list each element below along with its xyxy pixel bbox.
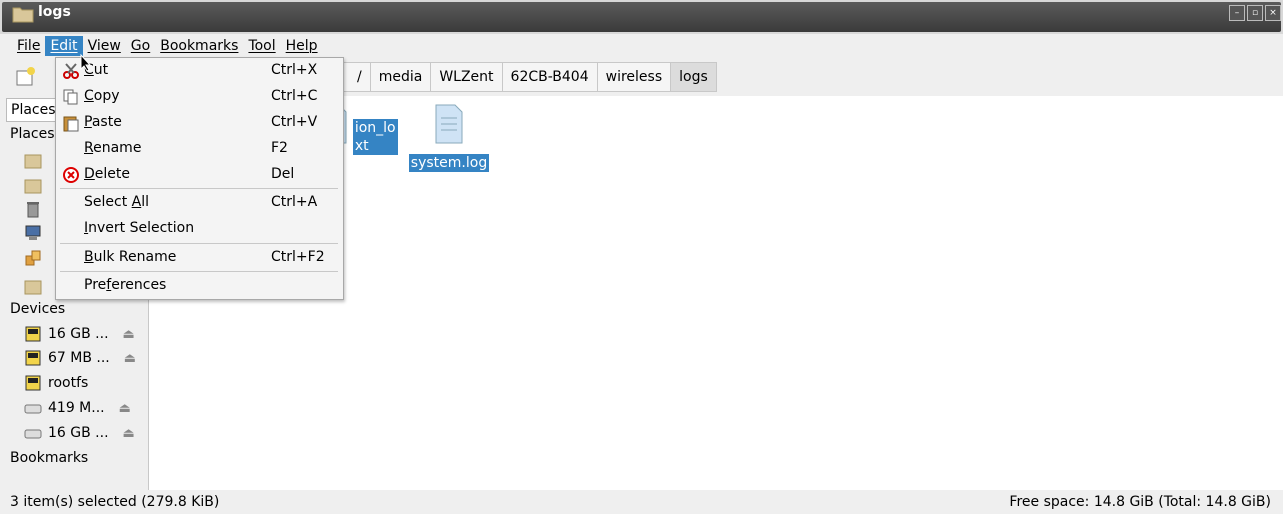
- scissors-icon: [63, 63, 79, 79]
- hard-drive-icon: [24, 404, 42, 414]
- mouse-cursor-icon: [80, 54, 92, 72]
- delete-icon: [63, 167, 79, 183]
- label-mnemonic: B: [84, 249, 94, 265]
- title-bar[interactable]: logs – ▫ ×: [0, 0, 1283, 34]
- device-rootfs[interactable]: rootfs: [24, 372, 88, 394]
- trash-icon[interactable]: [24, 200, 42, 218]
- menu-view[interactable]: View: [83, 36, 126, 56]
- menu-item-invert-selection[interactable]: Invert Selection: [56, 216, 343, 242]
- label-post: nvert Selection: [88, 220, 195, 236]
- device-label: 67 MB ...: [48, 350, 110, 366]
- paste-icon: [63, 116, 79, 132]
- menu-bookmarks[interactable]: Bookmarks: [155, 36, 243, 56]
- menu-separator: [60, 271, 338, 272]
- crumb-wireless[interactable]: wireless: [596, 62, 672, 92]
- menu-file[interactable]: File: [12, 36, 45, 56]
- label-post: erences: [111, 277, 167, 293]
- maximize-button[interactable]: ▫: [1247, 5, 1263, 21]
- close-button[interactable]: ×: [1265, 5, 1281, 21]
- crumb-wlzent[interactable]: WLZent: [430, 62, 503, 92]
- menu-tool[interactable]: Tool: [243, 36, 280, 56]
- shortcut-label: Ctrl+A: [271, 194, 318, 210]
- label-pre: Pre: [84, 277, 107, 293]
- device-16gb-1[interactable]: 16 GB ... ⏏: [24, 323, 135, 345]
- device-419mb[interactable]: 419 M... ⏏: [24, 397, 131, 419]
- bookmarks-heading: Bookmarks: [10, 450, 89, 466]
- eject-icon[interactable]: ⏏: [123, 327, 135, 342]
- label-post: ulk Rename: [93, 249, 177, 265]
- eject-icon[interactable]: ⏏: [123, 426, 135, 441]
- shortcut-label: Del: [271, 166, 295, 182]
- crumb-media[interactable]: media: [369, 62, 432, 92]
- menu-item-preferences[interactable]: Preferences: [56, 273, 343, 299]
- menu-bar: File Edit View Go Bookmarks Tool Help: [0, 34, 1283, 58]
- shortcut-label: F2: [271, 140, 288, 156]
- file-label: system.log: [408, 154, 490, 172]
- menu-item-paste[interactable]: Paste Ctrl+V: [56, 110, 343, 136]
- device-16gb-2[interactable]: 16 GB ... ⏏: [24, 422, 135, 444]
- shortcut-label: Ctrl+X: [271, 62, 318, 78]
- computer-icon[interactable]: [24, 224, 42, 242]
- device-label: 419 M...: [48, 400, 105, 416]
- sd-card-icon: [25, 350, 41, 366]
- devices-heading: Devices: [10, 301, 66, 317]
- applications-icon[interactable]: [24, 249, 42, 267]
- label-post: opy: [93, 88, 120, 104]
- label-mnemonic: D: [84, 166, 95, 182]
- sd-card-icon: [25, 375, 41, 391]
- device-label: rootfs: [48, 375, 89, 391]
- device-label: 16 GB ...: [48, 326, 109, 342]
- device-67mb[interactable]: 67 MB ... ⏏: [24, 347, 136, 369]
- device-label: 16 GB ...: [48, 425, 109, 441]
- menu-separator: [60, 243, 338, 244]
- minimize-button[interactable]: –: [1229, 5, 1245, 21]
- label-pre: Select: [84, 194, 132, 210]
- window-title: logs: [38, 4, 71, 20]
- shortcut-label: Ctrl+F2: [271, 249, 325, 265]
- selection-status: 3 item(s) selected (279.8 KiB): [10, 494, 220, 510]
- desktop-folder-icon[interactable]: [24, 177, 42, 195]
- crumb-62cb-b404[interactable]: 62CB-B404: [501, 62, 598, 92]
- menu-item-copy[interactable]: Copy Ctrl+C: [56, 84, 343, 110]
- sd-card-icon: [25, 326, 41, 342]
- text-file-icon: [435, 104, 463, 144]
- edit-menu-dropdown: Cut Ctrl+X Copy Ctrl+C Paste Ctrl+V Rena…: [55, 57, 344, 300]
- label-mnemonic: P: [84, 114, 92, 130]
- label-post: aste: [91, 114, 122, 130]
- menu-edit[interactable]: Edit: [45, 36, 83, 56]
- shortcut-label: Ctrl+C: [271, 88, 318, 104]
- new-tab-icon[interactable]: [14, 66, 36, 88]
- folder-icon: [12, 7, 34, 23]
- menu-item-rename[interactable]: Rename F2: [56, 136, 343, 162]
- label-mnemonic: A: [131, 194, 142, 210]
- file-label: ion_lo xt: [352, 119, 398, 155]
- eject-icon[interactable]: ⏏: [124, 351, 136, 366]
- file-manager-window: logs – ▫ × File Edit View Go Bookmarks T…: [0, 0, 1283, 514]
- label-mnemonic: R: [84, 140, 94, 156]
- eject-icon[interactable]: ⏏: [119, 401, 131, 416]
- network-folder-icon[interactable]: [24, 278, 42, 296]
- status-bar: 3 item(s) selected (279.8 KiB) Free spac…: [0, 490, 1283, 514]
- menu-item-cut[interactable]: Cut Ctrl+X: [56, 58, 343, 84]
- menu-item-bulk-rename[interactable]: Bulk Rename Ctrl+F2: [56, 245, 343, 271]
- label-mnemonic: C: [84, 88, 94, 104]
- label-post: ut: [93, 62, 109, 78]
- menu-help[interactable]: Help: [281, 36, 323, 56]
- copy-icon: [63, 89, 78, 105]
- menu-item-delete[interactable]: Delete Del: [56, 162, 343, 188]
- file-item[interactable]: system.log: [404, 104, 494, 172]
- label-post: ename: [93, 140, 142, 156]
- label-post: elete: [94, 166, 130, 182]
- menu-separator: [60, 188, 338, 189]
- hard-drive-icon: [24, 429, 42, 439]
- shortcut-label: Ctrl+V: [271, 114, 318, 130]
- crumb-logs[interactable]: logs: [670, 62, 717, 92]
- breadcrumb: / media WLZent 62CB-B404 wireless logs: [330, 62, 717, 92]
- menu-item-select-all[interactable]: Select All Ctrl+A: [56, 190, 343, 216]
- home-folder-icon[interactable]: [24, 152, 42, 170]
- free-space-status: Free space: 14.8 GiB (Total: 14.8 GiB): [1009, 494, 1271, 510]
- menu-go[interactable]: Go: [126, 36, 155, 56]
- places-heading: Places: [10, 126, 55, 142]
- label-post: ll: [141, 194, 149, 210]
